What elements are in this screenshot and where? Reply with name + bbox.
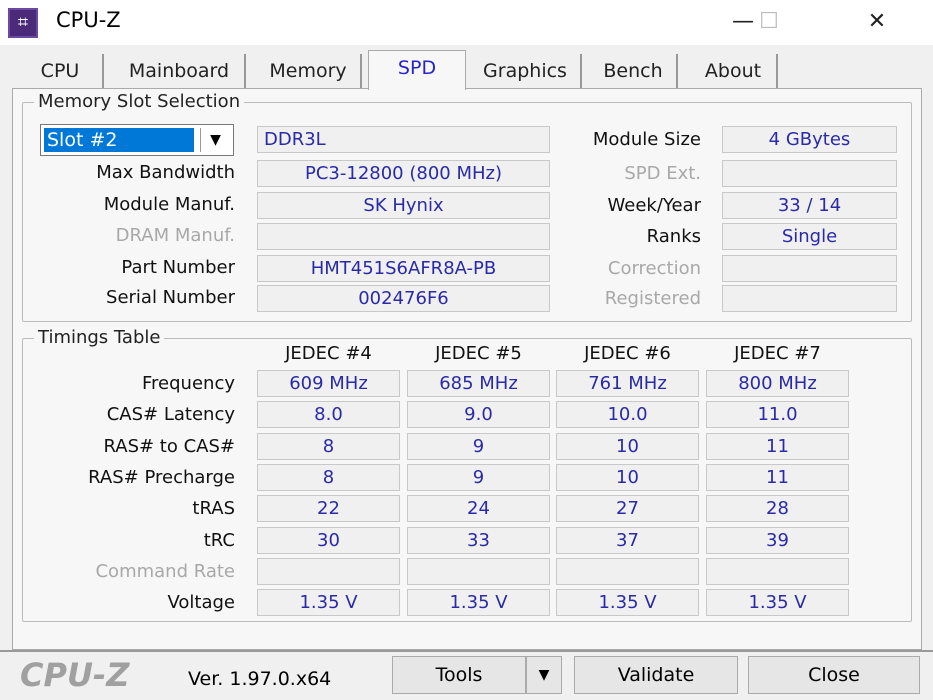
timing-value-field: 9	[407, 463, 550, 491]
timing-value-field: 30	[257, 526, 400, 554]
slot-label: DRAM Manuf.	[115, 225, 235, 246]
memory-type-field: DDR3L	[257, 126, 550, 153]
timing-value-field: 24	[407, 495, 550, 523]
timing-value-field: 1.35 V	[257, 589, 400, 617]
timing-row-label: Frequency	[142, 373, 235, 394]
slot-right-value-field: 4 GBytes	[722, 126, 897, 153]
timing-value-field: 9.0	[407, 401, 550, 429]
slot-right-label: Module Size	[592, 129, 701, 150]
timing-value-field: 27	[556, 495, 699, 523]
tab-about[interactable]: About	[690, 54, 778, 88]
tools-dropdown-button[interactable]: ▼	[526, 656, 562, 694]
slot-select-value: Slot #2	[44, 128, 194, 152]
tools-button[interactable]: Tools	[392, 656, 526, 694]
title-bar	[0, 0, 933, 45]
timing-value-field: 10	[556, 463, 699, 491]
cpu-z-app-icon: ⌗	[8, 8, 38, 38]
timing-value-field	[556, 557, 699, 585]
slot-right-value-field	[722, 285, 897, 312]
timing-row-label: Voltage	[167, 592, 235, 614]
chevron-down-icon[interactable]: ▼	[200, 128, 230, 152]
timing-value-field: 1.35 V	[556, 589, 699, 617]
tab-graphics[interactable]: Graphics	[470, 54, 582, 88]
timing-value-field: 33	[407, 526, 550, 554]
slot-select[interactable]: Slot #2 ▼	[40, 124, 234, 156]
slot-label: Module Manuf.	[103, 194, 235, 215]
timing-value-field	[706, 557, 849, 585]
timing-value-field: 22	[257, 495, 400, 523]
maximize-button[interactable]: ☐	[746, 6, 792, 38]
timing-value-field: 10	[556, 432, 699, 460]
slot-right-label: SPD Ext.	[624, 163, 701, 184]
timing-column-header: JEDEC #5	[435, 343, 522, 364]
slot-label: Part Number	[121, 257, 235, 278]
slot-right-value-field: Single	[722, 223, 897, 250]
slot-right-label: Registered	[604, 288, 701, 309]
timing-row-label: RAS# to CAS#	[103, 435, 235, 457]
slot-value-field: 002476F6	[257, 285, 550, 312]
timing-value-field: 37	[556, 526, 699, 554]
timing-value-field	[407, 557, 550, 585]
slot-right-label: Week/Year	[607, 195, 702, 216]
memory-slot-group-title: Memory Slot Selection	[34, 91, 245, 112]
tab-bench[interactable]: Bench	[590, 54, 678, 88]
tab-memory[interactable]: Memory	[256, 54, 362, 88]
timing-value-field: 11	[706, 463, 849, 491]
timing-value-field: 28	[706, 495, 849, 523]
slot-right-value-field	[722, 160, 897, 187]
timings-group-title: Timings Table	[34, 327, 165, 348]
timing-value-field: 1.35 V	[706, 589, 849, 617]
slot-right-label: Correction	[607, 258, 701, 279]
timing-column-header: JEDEC #7	[734, 343, 821, 364]
timing-row-label: CAS# Latency	[106, 404, 235, 426]
timing-value-field: 761 MHz	[556, 370, 699, 397]
slot-value-field: PC3-12800 (800 MHz)	[257, 160, 550, 187]
tab-cpu[interactable]: CPU	[18, 54, 104, 88]
timing-value-field: 8	[257, 432, 400, 460]
slot-value-field: SK Hynix	[257, 192, 550, 219]
slot-value-field	[257, 223, 550, 250]
timing-value-field: 685 MHz	[407, 370, 550, 397]
slot-right-value-field: 33 / 14	[722, 192, 897, 219]
close-window-button[interactable]: ✕	[854, 6, 900, 38]
timing-value-field: 800 MHz	[706, 370, 849, 397]
timing-value-field: 9	[407, 432, 550, 460]
timing-value-field	[257, 557, 400, 585]
slot-label: Serial Number	[106, 287, 235, 308]
slot-right-label: Ranks	[646, 226, 701, 247]
timing-value-field: 10.0	[556, 401, 699, 429]
timing-column-header: JEDEC #6	[584, 343, 671, 364]
slot-label: Max Bandwidth	[96, 162, 235, 183]
validate-button[interactable]: Validate	[574, 656, 738, 694]
version-label: Ver. 1.97.0.x64	[188, 668, 332, 690]
tab-spd[interactable]: SPD	[368, 50, 466, 90]
window-title: CPU-Z	[56, 8, 121, 32]
timing-value-field: 8.0	[257, 401, 400, 429]
slot-right-value-field	[722, 255, 897, 282]
timing-value-field: 609 MHz	[257, 370, 400, 397]
timing-value-field: 39	[706, 526, 849, 554]
timing-row-label: Command Rate	[95, 560, 235, 582]
timing-value-field: 8	[257, 463, 400, 491]
timing-row-label: RAS# Precharge	[88, 466, 235, 488]
timing-value-field: 1.35 V	[407, 589, 550, 617]
timing-value-field: 11	[706, 432, 849, 460]
timing-value-field: 11.0	[706, 401, 849, 429]
tab-mainboard[interactable]: Mainboard	[114, 54, 246, 88]
timing-row-label: tRAS	[192, 498, 235, 520]
cpu-z-logo: CPU-Z	[20, 656, 130, 694]
close-button[interactable]: Close	[748, 656, 920, 694]
timing-column-header: JEDEC #4	[285, 343, 372, 364]
slot-value-field: HMT451S6AFR8A-PB	[257, 255, 550, 282]
timing-row-label: tRC	[203, 529, 235, 551]
